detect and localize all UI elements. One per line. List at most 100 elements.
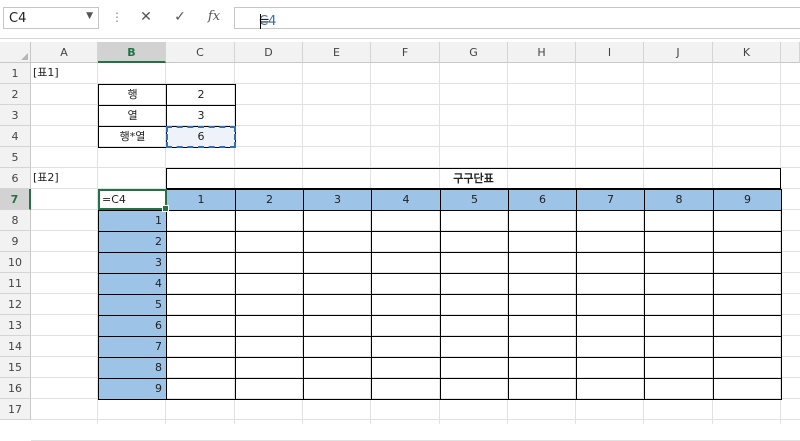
table2-cell[interactable] (371, 252, 441, 274)
table2-cell[interactable] (576, 357, 645, 379)
active-cell-b7[interactable]: =C4 (98, 189, 169, 212)
column-header-e[interactable]: E (303, 42, 371, 63)
row-header-6[interactable]: 6 (0, 168, 31, 189)
table2-cell[interactable] (440, 378, 509, 400)
table2-cell[interactable] (713, 357, 782, 379)
table2-cell[interactable] (440, 357, 509, 379)
row-header-11[interactable]: 11 (0, 273, 31, 294)
table2-row-header[interactable]: 6 (98, 315, 167, 337)
table2-cell[interactable] (576, 378, 645, 400)
table2-cell[interactable] (166, 336, 236, 358)
row-header-16[interactable]: 16 (0, 378, 31, 399)
table2-cell[interactable] (644, 210, 714, 232)
column-header-j[interactable]: J (644, 42, 713, 63)
table2-cell[interactable] (644, 273, 714, 295)
row-header-10[interactable]: 10 (0, 252, 31, 273)
table2-cell[interactable] (235, 252, 304, 274)
column-header-g[interactable]: G (440, 42, 508, 63)
table2-cell[interactable] (644, 378, 714, 400)
column-header-a[interactable]: A (31, 42, 98, 63)
table1-row-label[interactable]: 행 (98, 84, 167, 106)
table2-cell[interactable] (371, 294, 441, 316)
table2-cell[interactable] (508, 357, 577, 379)
table2-cell[interactable] (235, 294, 304, 316)
worksheet-grid[interactable]: ABCDEFGHIJK 1 2 3 4 5 6 7 8 9 10 11 12 13 14 15 16 17 [표… (0, 42, 800, 441)
table2-cell[interactable] (508, 378, 577, 400)
table2-cell[interactable] (303, 273, 372, 295)
table2-cell[interactable] (235, 357, 304, 379)
table2-cell[interactable] (576, 315, 645, 337)
table2-cell[interactable] (508, 315, 577, 337)
table2-cell[interactable] (166, 273, 236, 295)
table2-cell[interactable] (440, 294, 509, 316)
row-header-8[interactable]: 8 (0, 210, 31, 231)
table2-col-header[interactable]: 7 (576, 189, 645, 211)
table2-cell[interactable] (303, 210, 372, 232)
name-box[interactable]: C4 ▼ (3, 7, 99, 29)
table2-col-header[interactable]: 8 (644, 189, 714, 211)
row-header-4[interactable]: 4 (0, 126, 31, 147)
table2-cell[interactable] (644, 294, 714, 316)
table2-cell[interactable] (166, 315, 236, 337)
table2-cell[interactable] (508, 336, 577, 358)
column-header-extra[interactable] (781, 42, 800, 63)
table2-cell[interactable] (371, 273, 441, 295)
table2-row-header[interactable]: 4 (98, 273, 167, 295)
table2-cell[interactable] (371, 378, 441, 400)
table2-col-header[interactable]: 6 (508, 189, 577, 211)
table2-cell[interactable] (440, 336, 509, 358)
table2-cell[interactable] (235, 336, 304, 358)
table2-cell[interactable] (440, 273, 509, 295)
table1-row-value[interactable]: 2 (166, 84, 236, 106)
table2-cell[interactable] (371, 357, 441, 379)
row-header-2[interactable]: 2 (0, 84, 31, 105)
table2-col-header[interactable]: 9 (713, 189, 782, 211)
table2-cell[interactable] (508, 210, 577, 232)
column-header-c[interactable]: C (166, 42, 235, 63)
row-header-1[interactable]: 1 (0, 63, 31, 84)
table2-cell[interactable] (508, 252, 577, 274)
table2-cell[interactable] (644, 315, 714, 337)
table2-cell[interactable] (644, 357, 714, 379)
table2-cell[interactable] (235, 378, 304, 400)
table2-cell[interactable] (713, 315, 782, 337)
close-icon[interactable]: ✕ (136, 9, 156, 25)
table2-cell[interactable] (303, 378, 372, 400)
table2-cell[interactable] (303, 357, 372, 379)
table2-cell[interactable] (644, 336, 714, 358)
check-icon[interactable]: ✓ (170, 9, 190, 25)
row-header-17[interactable]: 17 (0, 399, 31, 420)
table1-col-label[interactable]: 열 (98, 105, 167, 127)
table2-cell[interactable] (303, 315, 372, 337)
table2-cell[interactable] (576, 252, 645, 274)
fx-icon[interactable]: fx (204, 9, 224, 24)
table2-col-header[interactable]: 5 (440, 189, 509, 211)
column-header-h[interactable]: H (508, 42, 576, 63)
table2-cell[interactable] (303, 294, 372, 316)
table2-col-header[interactable]: 2 (235, 189, 304, 211)
table2-cell[interactable] (235, 210, 304, 232)
column-header-i[interactable]: I (576, 42, 644, 63)
table2-col-header[interactable]: 3 (303, 189, 372, 211)
table2-cell[interactable] (166, 378, 236, 400)
more-options-icon[interactable]: ⋮ (111, 10, 123, 24)
row-header-9[interactable]: 9 (0, 231, 31, 252)
table2-cell[interactable] (576, 210, 645, 232)
table2-cell[interactable] (508, 231, 577, 253)
table2-cell[interactable] (644, 252, 714, 274)
table2-cell[interactable] (576, 336, 645, 358)
table2-cell[interactable] (303, 231, 372, 253)
row-header-7[interactable]: 7 (0, 189, 31, 210)
row-header-5[interactable]: 5 (0, 147, 31, 168)
table2-title[interactable]: 구구단표 (166, 168, 781, 189)
table2-cell[interactable] (713, 378, 782, 400)
formula-input[interactable]: = C4 (234, 7, 800, 29)
column-header-k[interactable]: K (713, 42, 781, 63)
chevron-down-icon[interactable]: ▼ (86, 11, 93, 21)
table2-cell[interactable] (576, 231, 645, 253)
row-header-14[interactable]: 14 (0, 336, 31, 357)
table2-cell[interactable] (713, 273, 782, 295)
column-header-d[interactable]: D (235, 42, 303, 63)
table2-cell[interactable] (303, 252, 372, 274)
table2-cell[interactable] (371, 315, 441, 337)
